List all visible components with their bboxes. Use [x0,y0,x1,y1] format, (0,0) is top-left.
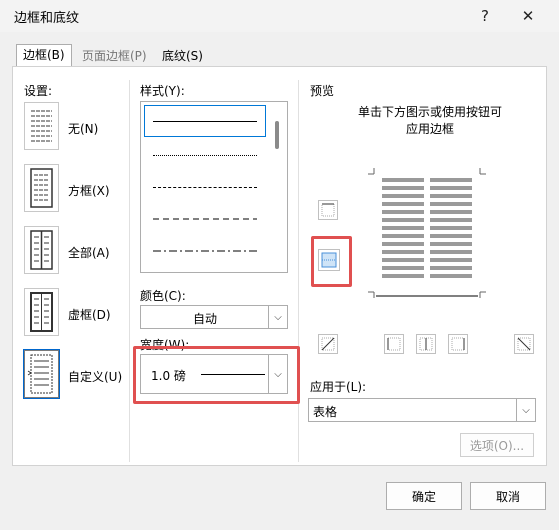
settings-label: 设置: [24,84,53,98]
apply-to-dropdown[interactable]: 表格 ⌵ [308,398,536,422]
dialog-title: 边框和底纹 [14,11,80,26]
border-right-button[interactable] [448,334,468,354]
style-item-solid[interactable] [144,105,266,137]
setting-all-label[interactable]: 全部(A) [68,244,110,261]
preview-hint-line2: 应用边框 [405,122,454,136]
style-item-dashed[interactable] [145,204,265,234]
preview-hint: 单击下方图示或使用按钮可 应用边框 [340,104,520,138]
preview-text-line [382,226,424,230]
preview-text-line [382,218,424,222]
border-top-button[interactable] [318,200,338,220]
separator [129,80,130,462]
tab-page-border[interactable]: 页面边框(P) [76,46,153,66]
ok-button[interactable]: 确定 [386,482,462,510]
preview-hint-line1: 单击下方图示或使用按钮可 [357,105,502,119]
setting-box-label[interactable]: 方框(X) [68,182,110,199]
color-dropdown[interactable]: 自动 ⌵ [140,305,288,329]
setting-custom-label[interactable]: 自定义(U) [68,368,122,385]
setting-grid-icon[interactable] [24,288,59,336]
tab-shading[interactable]: 底纹(S) [156,46,209,66]
preview-text-line [430,266,472,270]
preview-text-line [382,178,424,182]
color-value: 自动 [192,312,217,326]
preview-text-line [382,186,424,190]
preview-text-line [382,210,424,214]
preview-text-line [382,266,424,270]
help-button[interactable]: ? [470,3,500,29]
border-diagonal-up-button[interactable] [318,334,338,354]
preview-text-line [382,258,424,262]
width-value: 1.0 磅 [151,369,186,383]
setting-all-icon[interactable] [24,226,59,274]
tab-borders[interactable]: 边框(B) [16,44,72,67]
preview-text-line [430,242,472,246]
style-item-dashed-small[interactable] [145,172,265,202]
chevron-down-icon[interactable]: ⌵ [268,306,287,328]
preview-text-line [430,218,472,222]
close-button[interactable]: ✕ [513,3,543,29]
preview-text-line [430,234,472,238]
color-label: 颜色(C): [140,289,186,303]
preview-text-line [382,274,424,278]
preview-text-line [430,250,472,254]
style-scrollbar[interactable] [270,103,286,271]
options-button[interactable]: 选项(O)... [460,433,534,457]
preview-text-line [382,202,424,206]
style-item-dotted[interactable] [145,140,265,170]
preview-area[interactable] [362,158,492,312]
setting-box-icon[interactable] [24,164,59,212]
separator [298,80,299,462]
style-list[interactable] [140,101,288,273]
width-dropdown[interactable]: 1.0 磅 ⌵ [140,354,288,394]
preview-text-line [382,242,424,246]
setting-none-icon[interactable] [24,102,59,150]
width-line-sample [201,374,265,375]
preview-text-line [430,210,472,214]
preview-text-line [430,274,472,278]
setting-grid-label[interactable]: 虚框(D) [68,306,111,323]
preview-text-line [430,202,472,206]
preview-text-line [430,194,472,198]
setting-none-label[interactable]: 无(N) [68,120,98,137]
apply-to-label: 应用于(L): [310,380,367,394]
scrollbar-thumb[interactable] [275,121,279,149]
border-left-button[interactable] [384,334,404,354]
cancel-button[interactable]: 取消 [470,482,546,510]
close-icon: ✕ [521,7,535,25]
preview-text-line [430,178,472,182]
apply-to-value: 表格 [313,405,338,419]
style-item-dash-dot[interactable] [145,236,265,266]
setting-custom-icon[interactable] [23,349,60,399]
preview-label: 预览 [310,84,335,98]
preview-text-line [382,194,424,198]
preview-text-line [382,250,424,254]
help-icon: ? [481,7,489,25]
chevron-down-icon[interactable]: ⌵ [516,399,535,421]
border-inside-vertical-button[interactable] [416,334,436,354]
chevron-down-icon[interactable]: ⌵ [268,355,287,393]
border-diagonal-down-button[interactable] [514,334,534,354]
preview-text-line [430,258,472,262]
border-inside-horizontal-button[interactable] [318,249,340,271]
style-label: 样式(Y): [140,84,185,98]
preview-text-line [382,234,424,238]
preview-text-line [430,186,472,190]
preview-text-line [430,226,472,230]
